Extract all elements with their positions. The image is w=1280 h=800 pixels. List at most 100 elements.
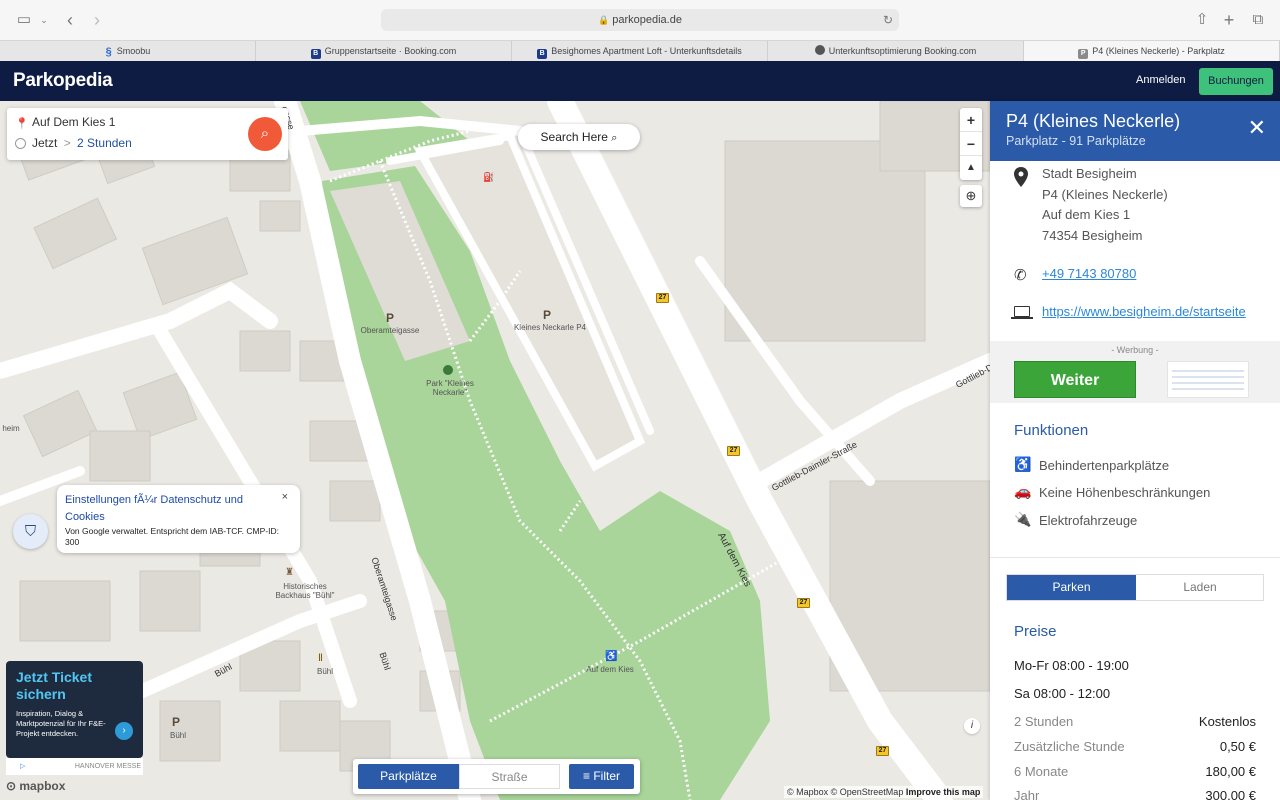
close-icon[interactable]: × [282, 491, 288, 503]
filter-button[interactable]: ≡ Filter [569, 764, 634, 789]
tab-label: P4 (Kleines Neckerle) - Parkplatz [1092, 46, 1225, 56]
search-here-button[interactable]: Search Here ⌕ [518, 124, 640, 150]
tab-optimization[interactable]: Unterkunftsoptimierung Booking.com [768, 41, 1024, 61]
ad-thumbnail[interactable] [1167, 361, 1249, 398]
panel-title: P4 (Kleines Neckerle) [1006, 111, 1181, 131]
map-label: Bühl [316, 667, 333, 676]
login-link[interactable]: Anmelden [1136, 74, 1186, 86]
tab-label: Smoobu [116, 46, 151, 56]
feature-item: Keine Höhenbeschränkungen [1039, 485, 1211, 500]
sidebar-toggle-icon[interactable]: ▭ [14, 10, 34, 30]
info-icon[interactable]: i [964, 718, 980, 734]
parking-marker[interactable]: P [543, 308, 551, 322]
zoom-out-button[interactable]: − [960, 132, 982, 156]
tab-parkopedia[interactable]: P P4 (Kleines Neckerle) - Parkplatz [1024, 41, 1280, 61]
route-shield: 27 [797, 598, 810, 608]
car-icon: 🚗 [1014, 483, 1032, 499]
feature-item: Elektrofahrzeuge [1039, 513, 1138, 528]
ad-banner[interactable]: Jetzt Ticket sichern Inspiration, Dialog… [6, 661, 143, 758]
time-label: Jetzt [32, 136, 58, 150]
locate-me-button[interactable]: ⊕ [960, 185, 982, 207]
tab-label: Gruppenstartseite · Booking.com [324, 46, 457, 56]
tab-label: Besighomes Apartment Loft - Unterkunftsd… [551, 46, 742, 56]
arrow-right-icon[interactable]: › [115, 722, 133, 740]
search-card[interactable]: 📍 Auf Dem Kies 1 Jetzt > 2 Stunden ⌕ [7, 108, 288, 160]
smoobu-icon: § [105, 46, 112, 58]
price-row: 6 Monate 180,00 € [1014, 764, 1256, 779]
lock-icon: 🔒 [598, 15, 610, 25]
app-header: Parkopedia Anmelden Buchungen [0, 61, 1280, 101]
tab-parking[interactable]: Parkplätze [358, 764, 459, 789]
plug-icon: 🔌 [1014, 511, 1032, 527]
zoom-controls: + − ▲ [960, 108, 982, 180]
phone-icon: ✆ [1014, 267, 1027, 284]
search-icon: ⌕ [611, 132, 618, 144]
map-label: Oberamteigasse [360, 326, 420, 335]
separator: > [63, 136, 71, 150]
address-line: 74354 Besigheim [1042, 227, 1143, 243]
adchoices-icon[interactable]: ▷ [20, 758, 25, 775]
tab-booking-group[interactable]: B Gruppenstartseite · Booking.com [256, 41, 512, 61]
consent-title[interactable]: Einstellungen fÃ¼r Datenschutz und Cooki… [65, 492, 265, 526]
map-label: Bühl [169, 731, 186, 740]
price-label: Zusätzliche Stunde [1014, 739, 1125, 754]
forward-icon[interactable]: › [87, 10, 107, 30]
parkopedia-logo[interactable]: Parkopedia [13, 70, 113, 92]
tab-overview-icon[interactable]: ⧉ [1248, 10, 1268, 30]
improve-map-link[interactable]: Improve this map [906, 787, 981, 797]
new-tab-icon[interactable]: + [1219, 10, 1239, 30]
route-shield: 27 [656, 293, 669, 303]
shield-icon: ⛉ [24, 523, 37, 540]
tab-laden[interactable]: Laden [1136, 575, 1264, 600]
parking-marker[interactable]: P [172, 715, 180, 729]
search-button[interactable]: ⌕ [248, 117, 282, 151]
price-label: 6 Monate [1014, 764, 1069, 779]
features-title: Funktionen [1014, 422, 1089, 439]
bookings-button[interactable]: Buchungen [1199, 68, 1273, 95]
close-icon[interactable]: ✕ [1248, 117, 1266, 139]
search-time[interactable]: Jetzt > 2 Stunden [32, 136, 132, 150]
mode-switcher: Parkplätze Straße ≡ Filter [353, 759, 640, 794]
address-bar[interactable]: 🔒 parkopedia.de ↻ [381, 9, 899, 31]
map[interactable]: P Oberamteigasse P Kleines Neckarle P4 P… [0, 101, 990, 800]
ad-sponsor: HANNOVER MESSE [74, 763, 141, 770]
address-block: Stadt Besigheim P4 (Kleines Neckerle) Au… [1042, 164, 1168, 246]
chevron-down-icon[interactable]: ⌄ [34, 10, 54, 30]
tab-besighomes[interactable]: B Besighomes Apartment Loft - Unterkunfts… [512, 41, 768, 61]
browser-toolbar: ▭ ⌄ ‹ › 🔒 parkopedia.de ↻ ⇧ + ⧉ [0, 0, 1280, 40]
wheelchair-poi-icon: ♿ [605, 651, 618, 662]
booking-icon: B [310, 49, 321, 59]
share-icon[interactable]: ⇧ [1192, 10, 1212, 30]
ad-headline: Jetzt Ticket sichern [16, 669, 92, 702]
parking-marker[interactable]: P [386, 311, 394, 325]
mapbox-logo[interactable]: ⊙ mapbox [6, 779, 65, 793]
duration-label: 2 Stunden [77, 136, 132, 150]
website-link[interactable]: https://www.besigheim.de/startseite [1042, 304, 1257, 319]
location-pin-icon [1014, 167, 1028, 187]
map-attribution: © Mapbox © OpenStreetMap Improve this ma… [784, 786, 984, 798]
route-shield: 27 [727, 446, 740, 456]
location-pin-icon: 📍 [15, 118, 29, 130]
tab-street[interactable]: Straße [459, 764, 560, 789]
price-value: Kostenlos [1198, 714, 1256, 729]
map-label: heim [2, 424, 20, 433]
map-label: Auf dem Kies [586, 665, 634, 674]
search-address[interactable]: Auf Dem Kies 1 [32, 115, 115, 129]
tab-parken[interactable]: Parken [1007, 575, 1136, 600]
zoom-in-button[interactable]: + [960, 108, 982, 132]
address-line: P4 (Kleines Neckerle) [1042, 186, 1168, 202]
attribution-text[interactable]: © Mapbox © OpenStreetMap [787, 787, 903, 797]
ad-body: Inspiration, Dialog & Marktpotenzial für… [16, 709, 106, 738]
tab-smoobu[interactable]: § Smoobu [0, 41, 256, 61]
filter-icon: ≡ [582, 769, 590, 783]
reload-icon[interactable]: ↻ [883, 9, 893, 31]
price-value: 300,00 € [1205, 788, 1256, 800]
ad-continue-button[interactable]: Weiter [1014, 361, 1136, 398]
divider [990, 557, 1280, 558]
phone-link[interactable]: +49 7143 80780 [1042, 266, 1136, 281]
filter-label: Filter [593, 769, 621, 783]
back-icon[interactable]: ‹ [60, 10, 80, 30]
compass-button[interactable]: ▲ [960, 156, 982, 180]
url-text: parkopedia.de [612, 14, 682, 26]
privacy-shield-button[interactable]: ⛉ [13, 514, 48, 549]
